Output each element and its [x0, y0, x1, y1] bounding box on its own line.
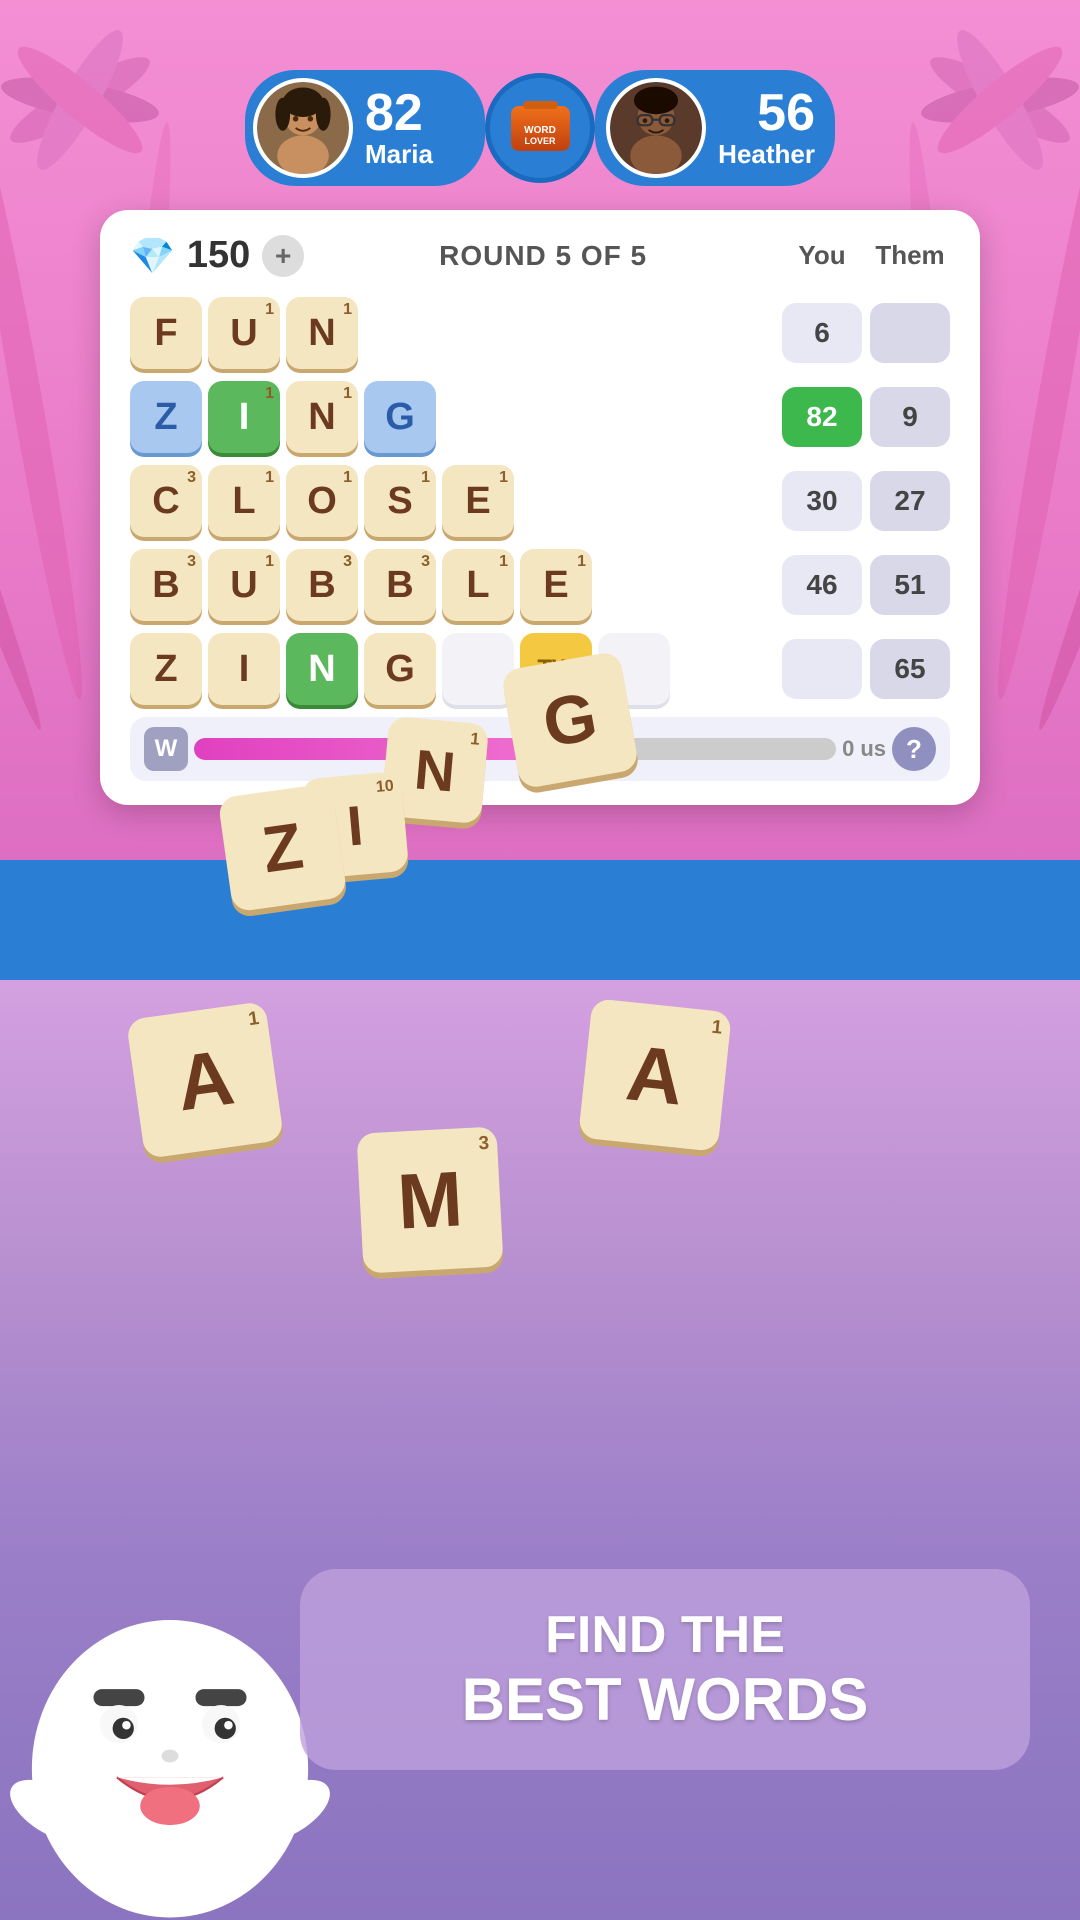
add-gems-button[interactable]: +	[262, 235, 304, 277]
you-header: You	[782, 240, 862, 271]
bonus-text: 0	[842, 736, 854, 762]
speech-bubble: FIND THE BEST WORDS	[300, 1569, 1030, 1770]
tile-0-2: 1N	[286, 297, 358, 369]
floating-tile-g: G	[500, 650, 639, 789]
them-score-0	[870, 303, 950, 363]
tile-4-3: G	[364, 633, 436, 705]
diamond-icon: 💎	[130, 235, 175, 277]
bonus-us-text: us	[860, 736, 886, 762]
w-label: W	[144, 727, 188, 771]
you-score-2: 30	[782, 471, 862, 531]
floating-tile-z: Z	[218, 783, 348, 913]
progress-fill	[194, 738, 547, 760]
tile-1-0: Z	[130, 381, 202, 453]
them-score-3: 51	[870, 555, 950, 615]
tile-1-2: 1N	[286, 381, 358, 453]
tile-0-0: F	[130, 297, 202, 369]
them-score-1: 9	[870, 387, 950, 447]
tile-4-0: Z	[130, 633, 202, 705]
tile-1-1: 1I	[208, 381, 280, 453]
tile-3-0: 3B	[130, 549, 202, 621]
header: 82 Maria WORD LOVER 56 Heather	[0, 70, 1080, 186]
player1-score: 82	[365, 87, 423, 139]
you-score-1: 82	[782, 387, 862, 447]
them-score-4: 65	[870, 639, 950, 699]
tile-4-2: N	[286, 633, 358, 705]
tile-3-3: 3B	[364, 549, 436, 621]
tile-2-3: 1S	[364, 465, 436, 537]
tile-2-0: 3C	[130, 465, 202, 537]
tile-2-2: 1O	[286, 465, 358, 537]
tile-1-3: G	[364, 381, 436, 453]
blue-strip	[0, 860, 1080, 980]
player2-avatar	[606, 78, 706, 178]
tile-3-1: 1U	[208, 549, 280, 621]
player1-badge: 82 Maria	[245, 70, 485, 186]
tile-2-4: 1E	[442, 465, 514, 537]
speech-line2: BEST WORDS	[344, 1665, 986, 1734]
tile-4-4	[442, 633, 514, 705]
board-header: 💎 150 + ROUND 5 OF 5 You Them	[130, 234, 950, 277]
word-row-3: 3B1U3B3B1L1E4651	[130, 549, 950, 621]
player1-info: 82 Maria	[365, 87, 433, 170]
center-badge[interactable]: WORD LOVER	[485, 73, 595, 183]
svg-text:LOVER: LOVER	[524, 136, 556, 146]
round-label: ROUND 5 OF 5	[316, 240, 770, 272]
player2-name: Heather	[718, 139, 815, 170]
word-row-0: F1U1N 6	[130, 297, 950, 369]
you-score-4	[782, 639, 862, 699]
them-score-2: 27	[870, 471, 950, 531]
player2-badge: 56 Heather	[595, 70, 835, 186]
svg-text:WORD: WORD	[524, 125, 556, 136]
player2-info: 56 Heather	[718, 87, 815, 170]
you-score-3: 46	[782, 555, 862, 615]
tile-3-5: 1E	[520, 549, 592, 621]
you-score-0: 6	[782, 303, 862, 363]
tile-0-1: 1U	[208, 297, 280, 369]
tile-3-2: 3B	[286, 549, 358, 621]
gem-count: 150	[187, 234, 250, 277]
word-rows: F1U1N6Z1I1NG8293C1L1O1S1E30273B1U3B3B1L1…	[130, 297, 950, 705]
tile-4-1: I	[208, 633, 280, 705]
score-headers: You Them	[782, 240, 950, 271]
bottom-tile-m[interactable]: 3 M	[356, 1126, 503, 1273]
player1-name: Maria	[365, 139, 433, 170]
bottom-tile-a1[interactable]: 1 A	[126, 1001, 284, 1159]
speech-line1: FIND THE	[344, 1605, 986, 1665]
player2-score: 56	[757, 87, 815, 139]
player1-avatar	[253, 78, 353, 178]
help-button[interactable]: ?	[892, 727, 936, 771]
word-row-2: 3C1L1O1S1E 3027	[130, 465, 950, 537]
them-header: Them	[870, 240, 950, 271]
tile-2-1: 1L	[208, 465, 280, 537]
bottom-tile-a2[interactable]: 1 A	[578, 998, 732, 1152]
word-row-1: Z1I1NG 829	[130, 381, 950, 453]
tile-3-4: 1L	[442, 549, 514, 621]
